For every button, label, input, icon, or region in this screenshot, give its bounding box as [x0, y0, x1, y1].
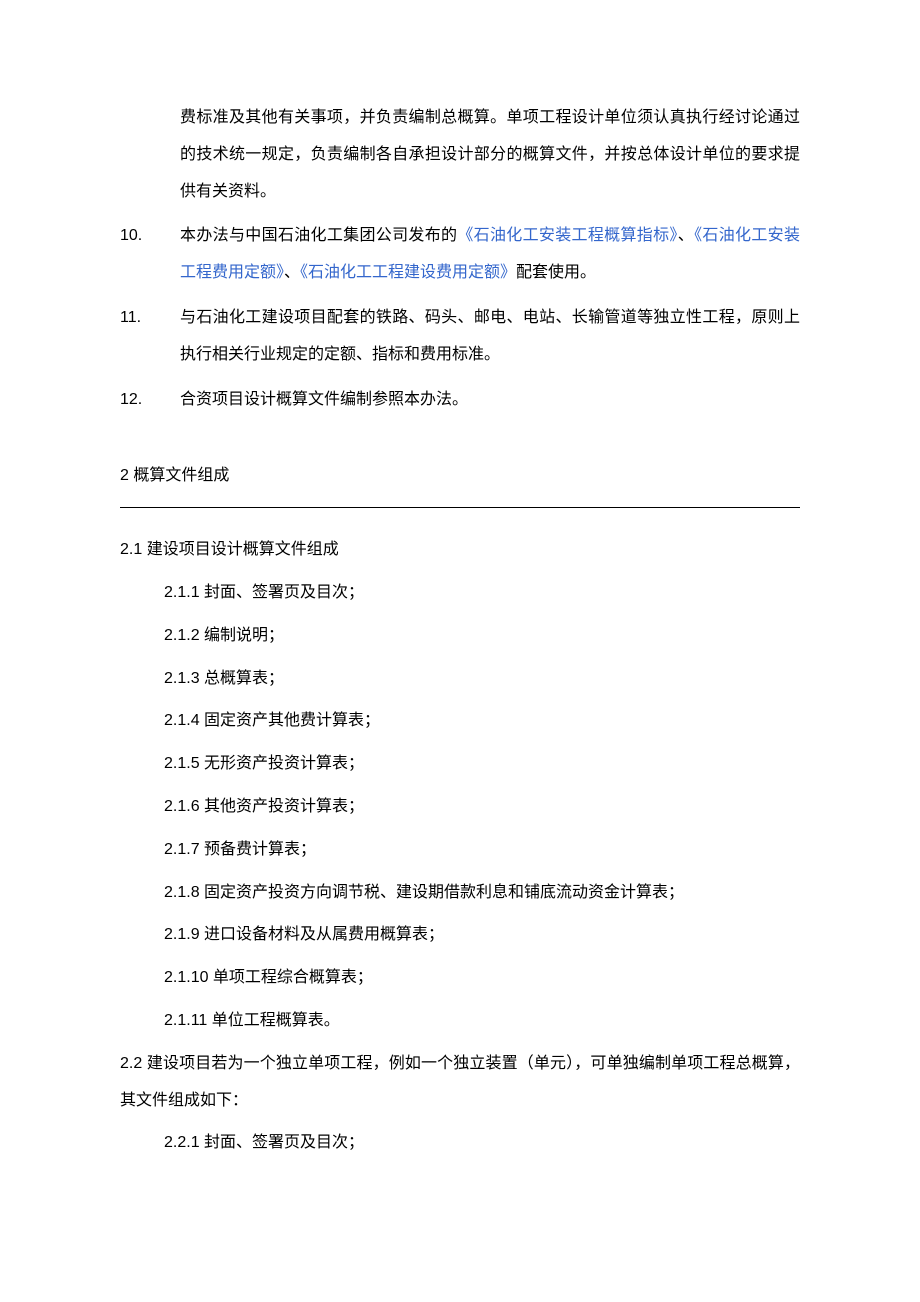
subsection-2-2-heading: 2.2 建设项目若为一个独立单项工程，例如一个独立装置（单元），可单独编制单项工… — [120, 1046, 800, 1120]
item-number: 11. — [120, 300, 180, 337]
list-item-10: 10. 本办法与中国石油化工集团公司发布的《石油化工安装工程概算指标》、《石油化… — [120, 218, 800, 292]
list-item-12: 12. 合资项目设计概算文件编制参照本办法。 — [120, 382, 800, 419]
document-page: 费标准及其他有关事项，并负责编制总概算。单项工程设计单位须认真执行经讨论通过的技… — [0, 0, 920, 1288]
sub-item: 2.1.6 其他资产投资计算表； — [164, 789, 800, 826]
item-body: 与石油化工建设项目配套的铁路、码头、邮电、电站、长输管道等独立性工程，原则上执行… — [180, 300, 800, 374]
sub-item: 2.1.4 固定资产其他费计算表； — [164, 703, 800, 740]
text-segment: 、 — [678, 227, 694, 244]
text-segment: 本办法与中国石油化工集团公司发布的 — [180, 227, 457, 244]
item-number: 10. — [120, 218, 180, 255]
sub-item: 2.1.9 进口设备材料及从属费用概算表； — [164, 917, 800, 954]
list-item-11: 11. 与石油化工建设项目配套的铁路、码头、邮电、电站、长输管道等独立性工程，原… — [120, 300, 800, 374]
item-9-continuation: 费标准及其他有关事项，并负责编制总概算。单项工程设计单位须认真执行经讨论通过的技… — [180, 100, 800, 210]
text-segment: 配套使用。 — [516, 264, 596, 281]
sub-item: 2.1.11 单位工程概算表。 — [164, 1003, 800, 1040]
section-divider — [120, 507, 800, 508]
sub-item: 2.1.10 单项工程综合概算表； — [164, 960, 800, 997]
sub-item: 2.1.7 预备费计算表； — [164, 832, 800, 869]
section-2-heading: 2 概算文件组成 — [120, 458, 800, 495]
item-body: 本办法与中国石油化工集团公司发布的《石油化工安装工程概算指标》、《石油化工安装工… — [180, 218, 800, 292]
reference-link[interactable]: 《石油化工安装工程概算指标》 — [457, 227, 677, 244]
sub-item: 2.1.8 固定资产投资方向调节税、建设期借款利息和铺底流动资金计算表； — [164, 875, 800, 912]
sub-item: 2.1.3 总概算表； — [164, 661, 800, 698]
item-body: 合资项目设计概算文件编制参照本办法。 — [180, 382, 800, 419]
sub-item: 2.2.1 封面、签署页及目次； — [164, 1125, 800, 1162]
reference-link[interactable]: 《石油化工工程建设费用定额》 — [300, 264, 516, 281]
subsection-2-1-heading: 2.1 建设项目设计概算文件组成 — [120, 532, 800, 569]
sub-item: 2.1.2 编制说明； — [164, 618, 800, 655]
text-segment: 、 — [284, 264, 300, 281]
sub-item: 2.1.5 无形资产投资计算表； — [164, 746, 800, 783]
sub-item: 2.1.1 封面、签署页及目次； — [164, 575, 800, 612]
item-number: 12. — [120, 382, 180, 419]
